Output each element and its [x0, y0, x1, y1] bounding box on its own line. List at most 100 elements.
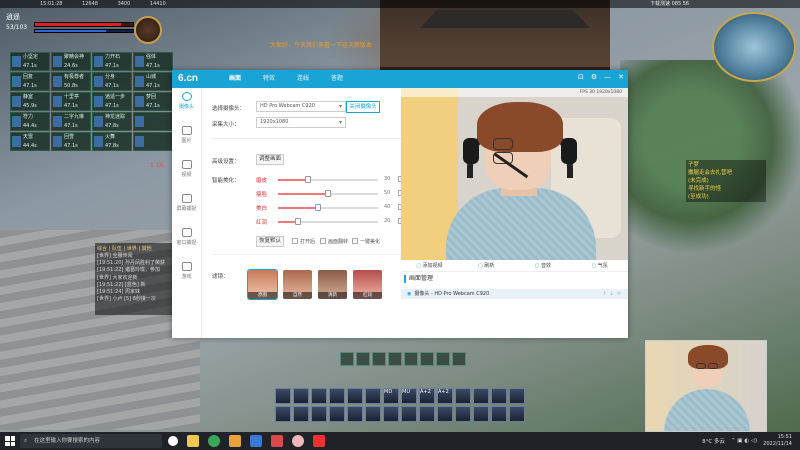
buff-item[interactable]: 天雷 44.4s: [10, 132, 50, 151]
buff-item[interactable]: 十里亭 47.1s: [51, 92, 91, 111]
tab-screen[interactable]: 画面: [218, 70, 252, 88]
webcam-pip[interactable]: [645, 340, 767, 432]
buff-item[interactable]: 有极尊者 50.8s: [51, 72, 91, 91]
camera-select[interactable]: HD Pro Webcam C920: [256, 101, 346, 112]
skill-slot[interactable]: [275, 388, 291, 404]
filter-item[interactable]: 原图: [247, 269, 278, 300]
skill-bar[interactable]: MD MU A+2 A+2: [275, 388, 545, 428]
skill-slot[interactable]: [311, 406, 327, 422]
resolution-select[interactable]: 1920x1080: [256, 117, 346, 128]
eye-icon[interactable]: ◉: [407, 291, 411, 297]
slider-knob[interactable]: [295, 218, 301, 225]
buff-item[interactable]: 神龙迷踪 47.8s: [92, 112, 132, 131]
buff-item[interactable]: [133, 132, 173, 151]
skill-slot[interactable]: [275, 406, 291, 422]
add-video-button[interactable]: 添加视频: [401, 260, 458, 271]
sidebar-item-camera[interactable]: 摄像头: [172, 88, 201, 122]
skill-slot[interactable]: [473, 406, 489, 422]
app-icon-2[interactable]: [250, 435, 262, 447]
minimap[interactable]: [712, 12, 796, 82]
sidebar-item-video[interactable]: 视频: [172, 156, 201, 190]
skill-slot[interactable]: [455, 406, 471, 422]
skill-slot[interactable]: A+2: [437, 388, 453, 404]
skill-slot[interactable]: [311, 388, 327, 404]
live-app-icon[interactable]: [313, 435, 325, 447]
task-view-icon[interactable]: [168, 436, 178, 446]
sidebar-item-image[interactable]: 图片: [172, 122, 201, 156]
skill-slot[interactable]: [347, 406, 363, 422]
skill-slot[interactable]: [401, 406, 417, 422]
option-checkbox-1[interactable]: [292, 238, 298, 244]
player-avatar[interactable]: [134, 16, 162, 44]
scene-item-controls[interactable]: ↑↓✕: [602, 289, 624, 299]
buff-item[interactable]: 静室 45.9s: [10, 92, 50, 111]
weather-text[interactable]: 8°C 多云: [702, 437, 725, 445]
app-icon-1[interactable]: [229, 435, 241, 447]
sidebar-item-window[interactable]: 窗口捕捉: [172, 224, 201, 258]
sound-effect-button[interactable]: 音效: [515, 260, 572, 271]
skill-slot[interactable]: MU: [401, 388, 417, 404]
atmosphere-button[interactable]: 气氛: [571, 260, 628, 271]
buff-item[interactable]: 回雪 47.1s: [51, 132, 91, 151]
skill-slot[interactable]: [383, 406, 399, 422]
quest-line[interactable]: 子梦: [688, 161, 764, 169]
camera-preview[interactable]: FPS 30 1920x1080: [401, 88, 628, 260]
option-checkbox-2[interactable]: [320, 238, 326, 244]
sidebar-item-screen[interactable]: 屏幕捕捉: [172, 190, 201, 224]
tab-effects[interactable]: 特效: [252, 70, 286, 88]
filter-item[interactable]: 清新: [318, 270, 347, 299]
mid-slot[interactable]: [372, 352, 386, 366]
skill-slot[interactable]: [329, 388, 345, 404]
scene-item[interactable]: ◉ 摄像头 - HD Pro Webcam C920 ↑↓✕: [401, 289, 628, 299]
beauty-slider[interactable]: [278, 204, 378, 211]
mid-slot[interactable]: [404, 352, 418, 366]
skill-slot[interactable]: [419, 406, 435, 422]
mid-slot[interactable]: [452, 352, 466, 366]
quest-line[interactable]: (未完成): [688, 177, 764, 185]
skill-slot[interactable]: [491, 406, 507, 422]
slider-knob[interactable]: [325, 190, 331, 197]
skill-slot[interactable]: [473, 388, 489, 404]
restore-icon[interactable]: ⊡: [578, 73, 584, 81]
close-icon[interactable]: ✕: [618, 73, 624, 81]
slider-knob[interactable]: [305, 176, 311, 183]
skill-slot[interactable]: [365, 388, 381, 404]
skill-slot[interactable]: [437, 406, 453, 422]
skill-slot[interactable]: [365, 406, 381, 422]
mid-slot[interactable]: [356, 352, 370, 366]
tab-quiz[interactable]: 答题: [320, 70, 354, 88]
app-icon-3[interactable]: [271, 435, 283, 447]
mid-slot[interactable]: [436, 352, 450, 366]
mid-slot[interactable]: [340, 352, 354, 366]
game-mid-bar[interactable]: [340, 352, 470, 366]
gear-icon[interactable]: ⚙: [591, 73, 597, 81]
buff-item[interactable]: 火舞 47.8s: [92, 132, 132, 151]
skill-slot[interactable]: [293, 388, 309, 404]
beauty-slider[interactable]: [278, 218, 378, 225]
skill-slot[interactable]: [329, 406, 345, 422]
buff-item[interactable]: 小坚定 47.1s: [10, 52, 50, 71]
quest-line[interactable]: 寻找新手的怪: [688, 185, 764, 193]
buff-item[interactable]: 梦回 47.1s: [133, 92, 173, 111]
beauty-slider[interactable]: [278, 176, 378, 183]
filter-item[interactable]: 自然: [283, 270, 312, 299]
slider-knob[interactable]: [315, 204, 321, 211]
buff-item[interactable]: 符力 44.4s: [10, 112, 50, 131]
close-camera-button[interactable]: 关闭摄像头: [346, 101, 380, 113]
buff-item[interactable]: 聚精会神 24.6s: [51, 52, 91, 71]
wechat-icon[interactable]: [208, 435, 220, 447]
adjust-picture-button[interactable]: 调整画面: [256, 154, 284, 165]
skill-slot[interactable]: MD: [383, 388, 399, 404]
buff-item[interactable]: 分身 47.1s: [92, 72, 132, 91]
minimize-icon[interactable]: —: [604, 73, 611, 81]
buff-item[interactable]: 强体 47.1s: [133, 52, 173, 71]
buff-item[interactable]: 回复 47.1s: [10, 72, 50, 91]
skill-slot[interactable]: [347, 388, 363, 404]
quest-tracker[interactable]: 子梦 撒腿走会去扎营吧 (未完成) 寻找新手的怪 (至成功): [686, 160, 766, 202]
quest-line[interactable]: 撒腿走会去扎营吧: [688, 169, 764, 177]
reset-default-button[interactable]: 恢复默认: [256, 236, 284, 247]
skill-slot[interactable]: [293, 406, 309, 422]
skill-slot[interactable]: [509, 406, 525, 422]
app-icon-4[interactable]: [292, 435, 304, 447]
skill-slot[interactable]: [509, 388, 525, 404]
